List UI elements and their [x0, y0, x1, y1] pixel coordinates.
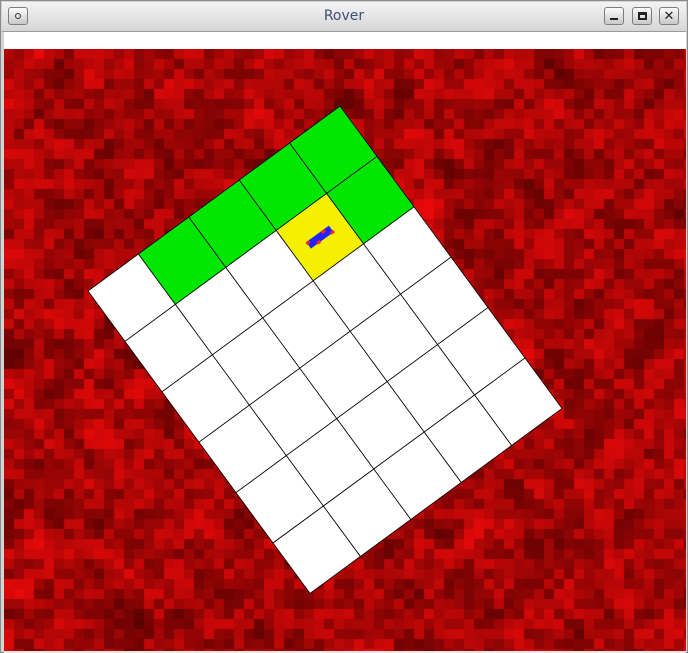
- minimize-icon: [610, 18, 618, 20]
- minimize-button[interactable]: [604, 7, 624, 25]
- window-title: Rover: [323, 8, 365, 24]
- rover-canvas[interactable]: [4, 49, 686, 651]
- rover-grid[interactable]: [4, 49, 686, 651]
- maximize-icon: [637, 12, 647, 20]
- app-window: Rover ✕: [0, 0, 688, 653]
- title-bar[interactable]: Rover ✕: [2, 2, 686, 32]
- close-button[interactable]: ✕: [659, 7, 679, 25]
- close-icon: ✕: [663, 8, 675, 24]
- menu-strip: [4, 32, 686, 49]
- maximize-button[interactable]: [632, 7, 652, 25]
